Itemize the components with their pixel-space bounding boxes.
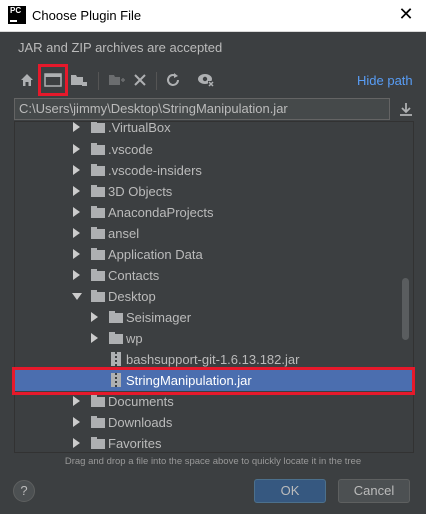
folder-icon <box>109 311 123 323</box>
ok-button[interactable]: OK <box>254 479 326 503</box>
home-icon[interactable] <box>16 68 38 92</box>
tree-item[interactable]: Favorites <box>15 433 413 452</box>
folder-icon <box>91 227 105 239</box>
tree-item[interactable]: 3D Objects <box>15 181 413 202</box>
delete-icon[interactable] <box>129 68 151 92</box>
tree-item[interactable]: ansel <box>15 223 413 244</box>
refresh-module-icon[interactable] <box>106 68 128 92</box>
tree-item[interactable]: .VirtualBox <box>15 122 413 138</box>
cancel-button[interactable]: Cancel <box>338 479 410 503</box>
path-input[interactable]: C:\Users\jimmy\Desktop\StringManipulatio… <box>14 98 390 120</box>
folder-icon <box>91 290 105 302</box>
folder-icon <box>91 122 105 133</box>
dialog-description: JAR and ZIP archives are accepted <box>18 40 223 55</box>
jar-file-icon <box>111 352 121 366</box>
tree-item[interactable]: Application Data <box>15 244 413 265</box>
tree-item[interactable]: AnacondaProjects <box>15 202 413 223</box>
highlight-annotation-selected-file <box>12 367 415 395</box>
file-tree[interactable]: .VirtualBox .vscode .vscode-insiders 3D … <box>14 121 414 453</box>
toolbar <box>14 68 414 94</box>
help-button[interactable]: ? <box>13 480 35 502</box>
new-folder-icon[interactable] <box>68 68 90 92</box>
title-bar: PC Choose Plugin File ✕ <box>0 0 426 32</box>
folder-icon <box>109 332 123 344</box>
tree-item[interactable]: Seisimager <box>15 307 413 328</box>
folder-icon <box>91 185 105 197</box>
folder-link-icon <box>91 248 105 260</box>
tree-item-expanded[interactable]: Desktop <box>15 286 413 307</box>
tree-scrollbar[interactable] <box>402 278 409 340</box>
tree-item[interactable]: .vscode <box>15 139 413 160</box>
hide-path-link[interactable]: Hide path <box>357 73 413 88</box>
tree-item[interactable]: Contacts <box>15 265 413 286</box>
folder-icon <box>91 269 105 281</box>
folder-icon <box>91 164 105 176</box>
close-button[interactable]: ✕ <box>386 0 426 31</box>
tree-item[interactable]: .vscode-insiders <box>15 160 413 181</box>
show-hidden-icon[interactable] <box>195 68 217 92</box>
folder-icon <box>91 143 105 155</box>
folder-icon <box>91 206 105 218</box>
pycharm-logo-icon: PC <box>8 6 26 24</box>
drag-drop-hint: Drag and drop a file into the space abov… <box>64 456 362 467</box>
folder-icon <box>91 416 105 428</box>
download-icon[interactable] <box>396 100 416 120</box>
refresh-icon[interactable] <box>162 68 184 92</box>
folder-icon <box>91 437 105 449</box>
window-title: Choose Plugin File <box>32 8 142 23</box>
tree-item[interactable]: wp <box>15 328 413 349</box>
folder-icon <box>91 395 105 407</box>
toolbar-separator <box>98 72 99 90</box>
toolbar-separator <box>156 72 157 90</box>
highlight-annotation-desktop <box>38 64 68 96</box>
tree-item[interactable]: Downloads <box>15 412 413 433</box>
